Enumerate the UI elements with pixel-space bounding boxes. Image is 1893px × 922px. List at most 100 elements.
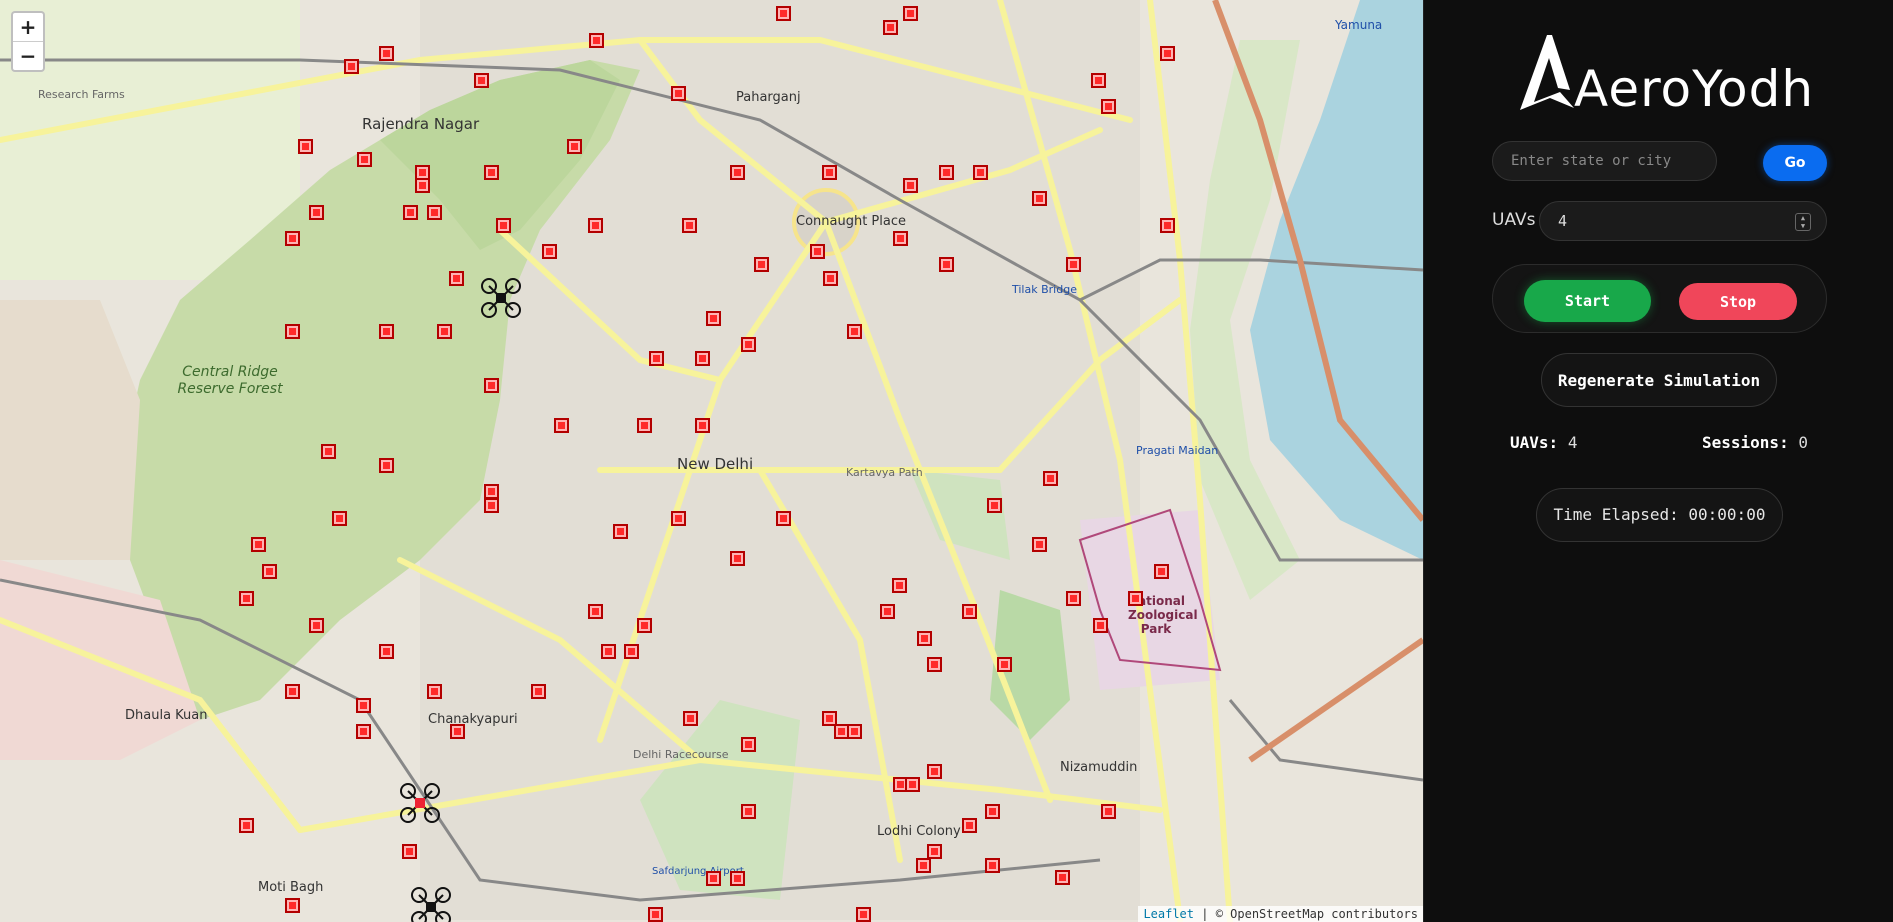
- map-marker[interactable]: [285, 231, 300, 246]
- map-marker[interactable]: [588, 218, 603, 233]
- map-marker[interactable]: [741, 804, 756, 819]
- map-marker[interactable]: [589, 33, 604, 48]
- map-marker[interactable]: [682, 218, 697, 233]
- map-marker[interactable]: [695, 351, 710, 366]
- map-marker[interactable]: [883, 20, 898, 35]
- map-view[interactable]: Rajendra Nagar Central Ridge Reserve For…: [0, 0, 1424, 922]
- map-marker[interactable]: [939, 165, 954, 180]
- map-marker[interactable]: [356, 698, 371, 713]
- map-marker[interactable]: [987, 498, 1002, 513]
- map-marker[interactable]: [893, 231, 908, 246]
- map-marker[interactable]: [1160, 218, 1175, 233]
- map-marker[interactable]: [1160, 46, 1175, 61]
- map-marker[interactable]: [683, 711, 698, 726]
- map-marker[interactable]: [427, 684, 442, 699]
- map-marker[interactable]: [379, 324, 394, 339]
- map-marker[interactable]: [1091, 73, 1106, 88]
- map-marker[interactable]: [1032, 191, 1047, 206]
- map-marker[interactable]: [997, 657, 1012, 672]
- map-marker[interactable]: [239, 818, 254, 833]
- map-marker[interactable]: [379, 458, 394, 473]
- map-marker[interactable]: [917, 631, 932, 646]
- quadcopter-icon[interactable]: [410, 886, 452, 922]
- map-marker[interactable]: [379, 46, 394, 61]
- map-marker[interactable]: [321, 444, 336, 459]
- map-marker[interactable]: [776, 511, 791, 526]
- map-marker[interactable]: [754, 257, 769, 272]
- map-marker[interactable]: [1101, 804, 1116, 819]
- map-marker[interactable]: [484, 378, 499, 393]
- map-marker[interactable]: [1066, 591, 1081, 606]
- map-marker[interactable]: [484, 498, 499, 513]
- map-marker[interactable]: [1101, 99, 1116, 114]
- uav-count-input[interactable]: 4 ▲ ▼: [1539, 201, 1827, 241]
- map-marker[interactable]: [706, 311, 721, 326]
- map-marker[interactable]: [823, 271, 838, 286]
- map-marker[interactable]: [531, 684, 546, 699]
- quadcopter-icon[interactable]: [399, 782, 441, 824]
- map-marker[interactable]: [613, 524, 628, 539]
- map-marker[interactable]: [356, 724, 371, 739]
- map-marker[interactable]: [927, 657, 942, 672]
- regenerate-simulation-button[interactable]: Regenerate Simulation: [1541, 353, 1777, 407]
- quadcopter-icon[interactable]: [480, 277, 522, 319]
- map-marker[interactable]: [637, 418, 652, 433]
- number-spinner-icon[interactable]: ▲ ▼: [1795, 213, 1811, 231]
- map-marker[interactable]: [474, 73, 489, 88]
- map-marker[interactable]: [671, 86, 686, 101]
- map-marker[interactable]: [332, 511, 347, 526]
- map-marker[interactable]: [1032, 537, 1047, 552]
- map-marker[interactable]: [1154, 564, 1169, 579]
- map-marker[interactable]: [601, 644, 616, 659]
- map-marker[interactable]: [903, 178, 918, 193]
- map-marker[interactable]: [962, 604, 977, 619]
- map-marker[interactable]: [730, 551, 745, 566]
- map-marker[interactable]: [847, 724, 862, 739]
- map-marker[interactable]: [903, 6, 918, 21]
- map-marker[interactable]: [973, 165, 988, 180]
- map-marker[interactable]: [239, 591, 254, 606]
- map-marker[interactable]: [648, 907, 663, 922]
- map-marker[interactable]: [1128, 591, 1143, 606]
- map-marker[interactable]: [624, 644, 639, 659]
- map-marker[interactable]: [927, 764, 942, 779]
- map-marker[interactable]: [741, 737, 756, 752]
- map-marker[interactable]: [285, 324, 300, 339]
- go-button[interactable]: Go: [1763, 145, 1827, 181]
- map-marker[interactable]: [927, 844, 942, 859]
- leaflet-link[interactable]: Leaflet: [1143, 907, 1194, 921]
- search-input[interactable]: [1492, 141, 1717, 181]
- map-marker[interactable]: [776, 6, 791, 21]
- map-marker[interactable]: [1043, 471, 1058, 486]
- map-marker[interactable]: [450, 724, 465, 739]
- map-marker[interactable]: [985, 858, 1000, 873]
- map-marker[interactable]: [484, 484, 499, 499]
- map-marker[interactable]: [1055, 870, 1070, 885]
- map-marker[interactable]: [637, 618, 652, 633]
- map-marker[interactable]: [847, 324, 862, 339]
- map-marker[interactable]: [892, 578, 907, 593]
- map-marker[interactable]: [496, 218, 511, 233]
- zoom-in-button[interactable]: +: [13, 13, 43, 41]
- map-marker[interactable]: [588, 604, 603, 619]
- map-marker[interactable]: [309, 205, 324, 220]
- map-marker[interactable]: [285, 684, 300, 699]
- map-marker[interactable]: [962, 818, 977, 833]
- map-marker[interactable]: [730, 165, 745, 180]
- map-marker[interactable]: [905, 777, 920, 792]
- map-marker[interactable]: [939, 257, 954, 272]
- map-marker[interactable]: [542, 244, 557, 259]
- map-marker[interactable]: [880, 604, 895, 619]
- map-marker[interactable]: [344, 59, 359, 74]
- map-marker[interactable]: [484, 165, 499, 180]
- map-marker[interactable]: [298, 139, 313, 154]
- map-marker[interactable]: [357, 152, 372, 167]
- map-marker[interactable]: [695, 418, 710, 433]
- map-marker[interactable]: [567, 139, 582, 154]
- start-button[interactable]: Start: [1524, 280, 1651, 322]
- map-marker[interactable]: [810, 244, 825, 259]
- map-marker[interactable]: [285, 898, 300, 913]
- map-marker[interactable]: [437, 324, 452, 339]
- map-marker[interactable]: [1093, 618, 1108, 633]
- map-marker[interactable]: [309, 618, 324, 633]
